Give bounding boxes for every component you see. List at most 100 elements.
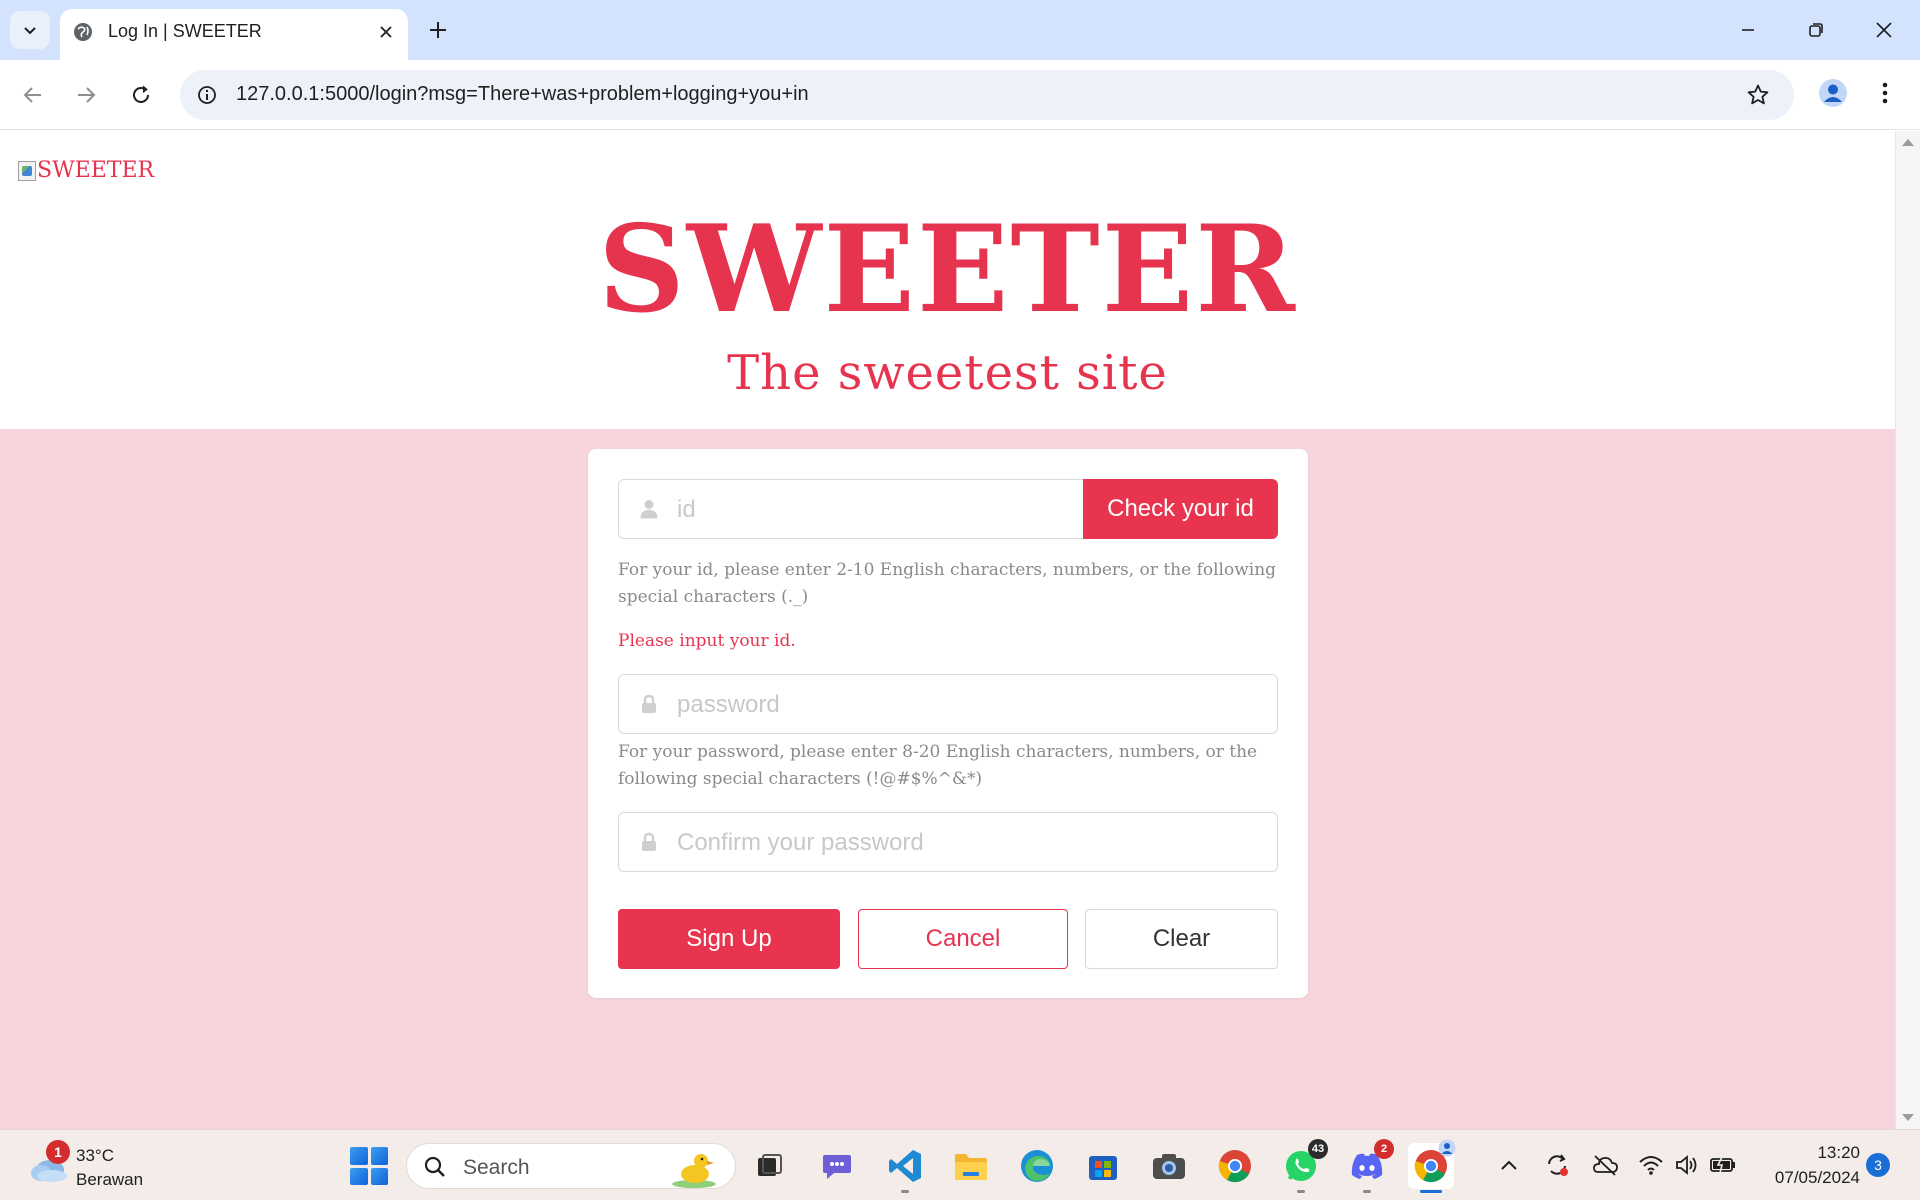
sign-up-button[interactable]: Sign Up: [618, 909, 840, 969]
chevron-up-icon: [1501, 1160, 1517, 1170]
site-info-button[interactable]: [194, 82, 220, 108]
clock-time: 13:20: [1817, 1143, 1860, 1162]
chrome-icon: [1218, 1150, 1251, 1183]
wifi-icon: [1639, 1156, 1663, 1175]
tray-sync[interactable]: [1542, 1150, 1572, 1180]
password-input[interactable]: [677, 687, 1261, 723]
vscode-icon: [889, 1150, 921, 1182]
logo-alt-text: SWEETER: [37, 158, 155, 183]
browser-menu-button[interactable]: [1866, 74, 1904, 112]
cancel-button[interactable]: Cancel: [858, 909, 1068, 969]
taskbar-chrome-profile[interactable]: [1408, 1139, 1456, 1193]
taskbar-teams[interactable]: [814, 1143, 860, 1189]
show-hidden-icons-button[interactable]: [1494, 1150, 1524, 1180]
clock-date: 07/05/2024: [1774, 1168, 1860, 1187]
close-window-button[interactable]: [1864, 12, 1904, 48]
tray-onedrive[interactable]: [1590, 1150, 1620, 1180]
task-view-icon: [758, 1154, 782, 1176]
profile-button[interactable]: [1814, 74, 1852, 112]
new-tab-button[interactable]: [424, 14, 452, 46]
taskbar-discord[interactable]: 2: [1344, 1139, 1394, 1193]
site-logo[interactable]: SWEETER: [18, 158, 154, 183]
taskbar-chrome[interactable]: [1212, 1143, 1258, 1189]
camera-icon: [1153, 1154, 1185, 1179]
scroll-up-arrow-icon[interactable]: [1902, 139, 1914, 146]
taskbar-task-view[interactable]: [746, 1143, 792, 1189]
star-icon: [1747, 84, 1769, 105]
taskbar-clock[interactable]: 13:20 07/05/2024: [1740, 1140, 1860, 1190]
site-title: SWEETER: [598, 199, 1297, 340]
taskbar-file-explorer[interactable]: [948, 1143, 994, 1189]
discord-badge: 2: [1374, 1139, 1394, 1159]
tab-close-button[interactable]: [374, 20, 398, 44]
avatar-icon: [1819, 79, 1847, 107]
search-icon: [424, 1156, 445, 1177]
tray-battery[interactable]: [1708, 1150, 1738, 1180]
tray-wifi[interactable]: [1636, 1150, 1666, 1180]
tray-volume[interactable]: [1672, 1150, 1702, 1180]
running-indicator: [901, 1190, 909, 1193]
weather-widget[interactable]: 1 33°C Berawan: [24, 1140, 154, 1192]
notification-badge[interactable]: 3: [1866, 1153, 1890, 1177]
restore-button[interactable]: [1796, 12, 1836, 48]
weather-alert-badge: 1: [46, 1140, 70, 1164]
minimize-icon: [1742, 29, 1754, 31]
windows-logo-icon: [350, 1147, 368, 1165]
teams-icon: [823, 1155, 851, 1179]
browser-tab[interactable]: Log In | SWEETER: [60, 9, 408, 60]
start-button[interactable]: [350, 1147, 388, 1185]
volume-icon: [1676, 1155, 1697, 1175]
weather-temperature: 33°C: [76, 1146, 114, 1165]
store-icon: [1089, 1156, 1117, 1180]
folder-icon: [955, 1154, 987, 1180]
browser-toolbar: 127.0.0.1:5000/login?msg=There+was+probl…: [0, 60, 1920, 130]
search-label: Search: [463, 1156, 530, 1179]
reload-icon: [133, 85, 149, 103]
password-hint: For your password, please enter 8-20 Eng…: [618, 742, 1258, 789]
weather-description: Berawan: [76, 1170, 144, 1189]
sync-icon: [1548, 1154, 1568, 1176]
taskbar-search[interactable]: Search: [406, 1143, 736, 1189]
plus-icon: [430, 22, 446, 38]
site-header: SWEETER SWEETER The sweetest site: [0, 131, 1895, 429]
tab-search-button[interactable]: [10, 11, 50, 49]
lock-icon: [639, 693, 659, 715]
site-subtitle: The sweetest site: [727, 345, 1168, 401]
taskbar: 1 33°C Berawan Search 43 2 13:20 07/05/2…: [0, 1129, 1920, 1200]
scroll-down-arrow-icon[interactable]: [1902, 1114, 1914, 1121]
taskbar-whatsapp[interactable]: 43: [1278, 1139, 1328, 1193]
edge-icon: [1021, 1150, 1053, 1182]
taskbar-camera[interactable]: [1146, 1143, 1192, 1189]
clear-button[interactable]: Clear: [1085, 909, 1278, 969]
profile-badge-icon: [1438, 1139, 1456, 1157]
info-icon: [198, 86, 216, 104]
bookmark-button[interactable]: [1744, 81, 1772, 109]
arrow-right-icon: [78, 87, 96, 103]
confirm-password-field[interactable]: [618, 812, 1278, 872]
close-icon: [380, 26, 392, 38]
id-input[interactable]: [677, 492, 1067, 528]
globe-icon: [74, 23, 92, 41]
forward-button[interactable]: [67, 76, 105, 114]
id-hint: For your id, please enter 2-10 English c…: [618, 560, 1277, 607]
close-icon: [1876, 22, 1892, 38]
url-text[interactable]: 127.0.0.1:5000/login?msg=There+was+probl…: [236, 83, 809, 106]
minimize-button[interactable]: [1728, 12, 1768, 48]
chevron-down-icon: [24, 27, 36, 35]
address-bar[interactable]: 127.0.0.1:5000/login?msg=There+was+probl…: [180, 70, 1794, 120]
restore-icon: [1809, 23, 1823, 37]
running-indicator: [1363, 1190, 1371, 1193]
password-field[interactable]: [618, 674, 1278, 734]
id-error-message: Please input your id.: [618, 631, 796, 651]
id-field[interactable]: [618, 479, 1084, 539]
active-indicator: [1420, 1190, 1442, 1193]
page-scrollbar[interactable]: [1895, 131, 1920, 1129]
check-id-button[interactable]: Check your id: [1083, 479, 1278, 539]
taskbar-edge[interactable]: [1014, 1143, 1060, 1189]
confirm-password-input[interactable]: [677, 825, 1261, 861]
back-button[interactable]: [14, 76, 52, 114]
page-viewport: SWEETER SWEETER The sweetest site Check …: [0, 131, 1895, 1129]
taskbar-store[interactable]: [1080, 1143, 1126, 1189]
reload-button[interactable]: [122, 76, 160, 114]
taskbar-vscode[interactable]: [882, 1143, 928, 1193]
